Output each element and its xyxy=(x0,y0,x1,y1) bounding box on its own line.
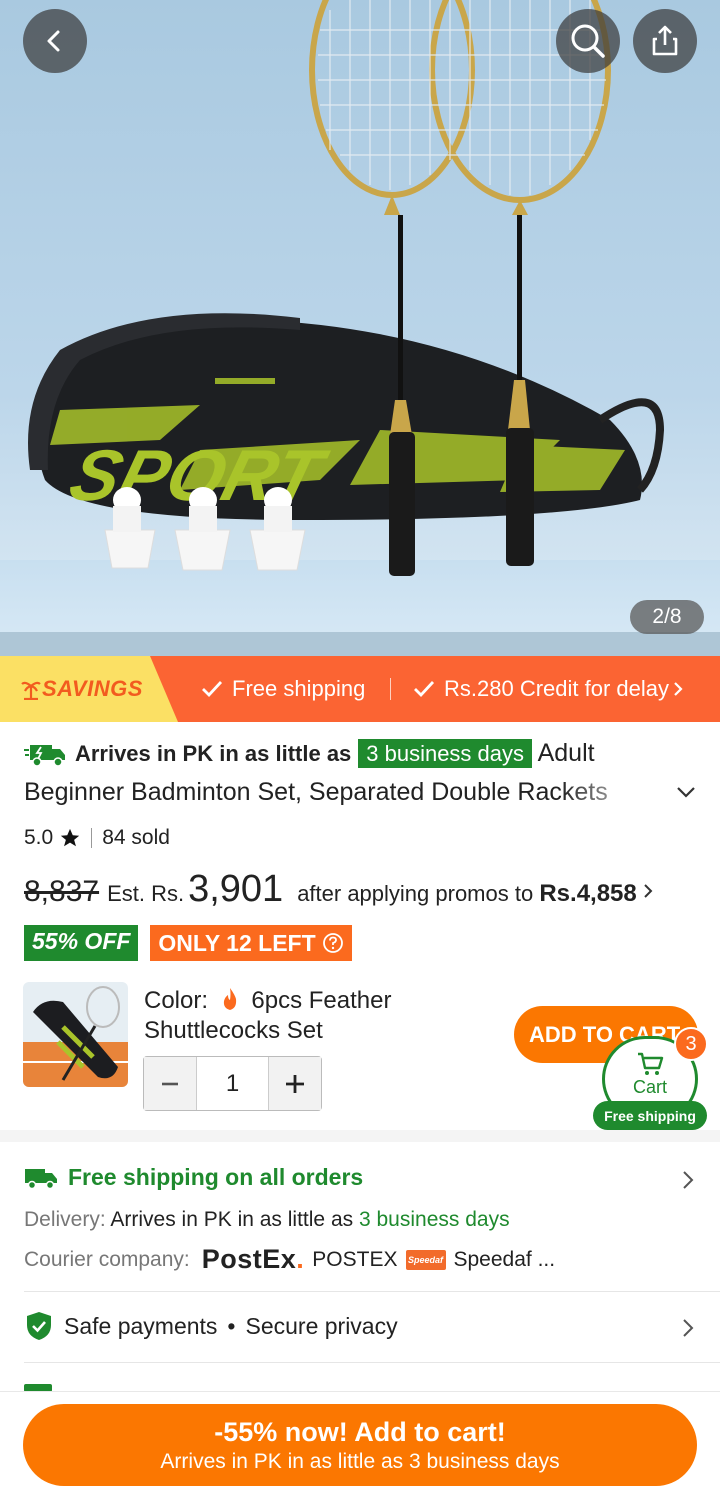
plus-icon xyxy=(286,1074,304,1093)
shipping-title: Free shipping on all orders xyxy=(68,1164,364,1190)
product-photo: SPORT xyxy=(0,0,720,656)
courier-speedaf: Speedaf ... xyxy=(453,1247,556,1271)
truck-icon xyxy=(25,1168,57,1189)
secure-privacy-label: Secure privacy xyxy=(245,1312,398,1339)
delivery-text: Arrives in PK in as little as xyxy=(110,1208,354,1231)
arrives-prefix: Arrives in PK in as little as xyxy=(74,741,352,766)
safe-payments-label: Safe payments xyxy=(64,1312,218,1339)
price-row[interactable]: 8,837 Est. Rs. 3,901 after applying prom… xyxy=(24,868,655,911)
free-shipping-promo: Free shipping xyxy=(200,656,365,722)
delivery-label: Delivery: xyxy=(24,1208,106,1231)
tags-row: 55% OFF ONLY 12 LEFT xyxy=(24,925,352,961)
sku-color: Color: 6pcs Feather Shuttlecocks Set xyxy=(144,986,444,1046)
sold-count: 84 sold xyxy=(102,826,170,849)
image-counter: 2/8 xyxy=(630,600,704,634)
rating-row[interactable]: 5.0 84 sold xyxy=(24,826,170,850)
share-icon xyxy=(652,25,678,56)
arrives-days-badge: 3 business days xyxy=(358,739,533,768)
divider xyxy=(24,1362,720,1363)
savings-label: SAVINGS xyxy=(42,676,143,701)
rating-divider xyxy=(91,828,93,848)
sku-thumbnail-image xyxy=(23,982,128,1087)
free-shipping-label: Free shipping xyxy=(232,676,366,701)
fast-delivery-truck-icon xyxy=(24,745,65,768)
postex-logo: PostEx. xyxy=(201,1244,305,1274)
search-button[interactable] xyxy=(556,9,620,73)
product-image-carousel[interactable]: SPORT 2/8 xyxy=(0,0,720,656)
speedaf-logo: Speedaf xyxy=(405,1249,446,1270)
cart-icon xyxy=(638,1052,664,1075)
divider xyxy=(24,1291,720,1292)
sku-thumbnail[interactable] xyxy=(23,982,128,1087)
minus-icon xyxy=(162,1082,178,1085)
chevron-right-icon xyxy=(644,884,653,898)
help-circle-icon xyxy=(322,933,343,953)
credit-promo[interactable]: Rs.280 Credit for delay xyxy=(412,656,685,722)
color-label: Color: xyxy=(144,987,209,1014)
cta-line1: -55% now! Add to cart! xyxy=(214,1416,506,1447)
back-arrow-icon xyxy=(47,30,60,52)
courier-postex: POSTEX xyxy=(312,1247,398,1271)
stock-label: ONLY 12 LEFT xyxy=(158,929,316,956)
check-icon xyxy=(414,681,435,698)
delivery-row: Delivery: Arrives in PK in as little as … xyxy=(24,1208,510,1232)
savings-badge: SAVINGS xyxy=(0,656,178,722)
decrease-button[interactable] xyxy=(144,1057,196,1110)
promo-strip[interactable]: SAVINGS Free shipping Rs.280 Credit for … xyxy=(0,656,720,722)
share-button[interactable] xyxy=(633,9,697,73)
back-button[interactable] xyxy=(23,9,87,73)
promo-price: Rs.4,858 xyxy=(539,880,637,907)
courier-row: Courier company: PostEx. POSTEX Speedaf … xyxy=(24,1244,555,1275)
shipping-row[interactable]: Free shipping on all orders xyxy=(24,1164,363,1191)
increase-button[interactable] xyxy=(269,1057,321,1110)
cart-free-shipping: Free shipping xyxy=(593,1101,707,1130)
est-label: Est. Rs. xyxy=(107,881,185,906)
title-fade xyxy=(560,776,660,812)
chevron-right-icon[interactable] xyxy=(680,1168,696,1192)
original-price: 8,837 xyxy=(24,875,100,908)
discount-tag: 55% OFF xyxy=(24,925,139,961)
chevron-down-icon[interactable] xyxy=(674,780,698,804)
cart-count-badge: 3 xyxy=(674,1027,708,1061)
quantity-value[interactable]: 1 xyxy=(196,1057,269,1110)
quantity-stepper[interactable]: 1 xyxy=(143,1056,322,1111)
cta-line2: Arrives in PK in as little as 3 business… xyxy=(160,1449,560,1473)
stock-tag[interactable]: ONLY 12 LEFT xyxy=(150,925,352,961)
fire-icon xyxy=(223,988,236,1010)
search-icon xyxy=(571,24,605,58)
delivery-days: 3 business days xyxy=(358,1208,510,1231)
strip-divider xyxy=(390,678,391,700)
check-icon xyxy=(202,681,223,698)
cart-label: Cart xyxy=(632,1076,667,1097)
rating-value: 5.0 xyxy=(24,826,54,849)
star-icon xyxy=(61,828,80,847)
current-price: 3,901 xyxy=(188,868,284,910)
bottom-bar: -55% now! Add to cart! Arrives in PK in … xyxy=(0,1391,720,1508)
after-promo-text: after applying promos to Rs.4,858 xyxy=(297,880,637,907)
chevron-right-icon[interactable] xyxy=(680,1316,696,1340)
bullet-separator: • xyxy=(227,1312,236,1339)
credit-label: Rs.280 Credit for delay xyxy=(444,676,669,701)
shield-check-icon xyxy=(27,1312,51,1340)
courier-label: Courier company: xyxy=(24,1247,190,1271)
chevron-right-icon xyxy=(674,682,683,696)
safe-payments-row[interactable]: Safe payments • Secure privacy xyxy=(24,1310,398,1342)
section-divider xyxy=(0,1130,720,1142)
palm-tree-icon xyxy=(21,681,41,700)
add-to-cart-cta-button[interactable]: -55% now! Add to cart! Arrives in PK in … xyxy=(23,1404,697,1486)
